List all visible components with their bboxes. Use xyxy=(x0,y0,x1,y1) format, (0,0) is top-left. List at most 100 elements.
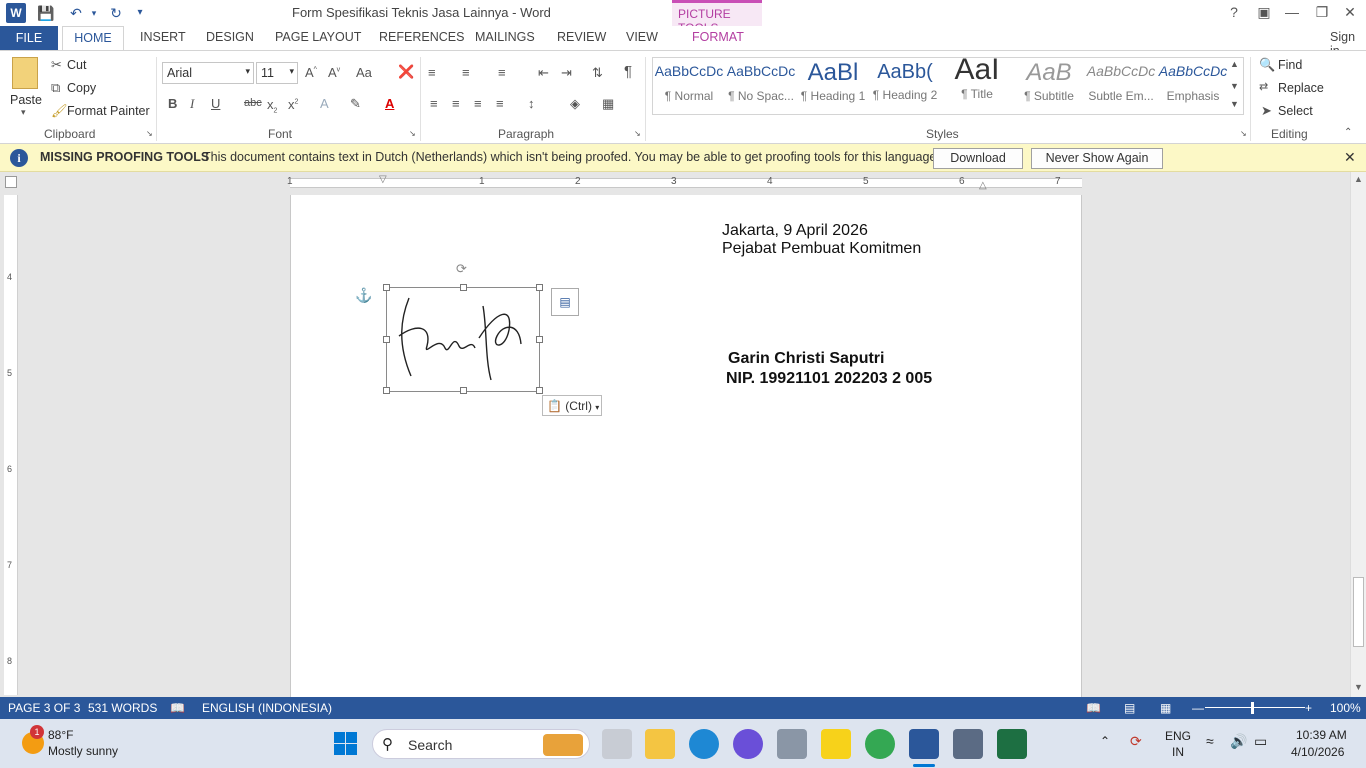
style-subtle-emphasis[interactable]: AaBbCcDc Subtle Em... xyxy=(1086,59,1156,113)
highlight-icon[interactable]: ✎ xyxy=(350,96,361,112)
tab-design[interactable]: DESIGN xyxy=(206,30,254,44)
zoom-out-icon[interactable]: — xyxy=(1192,701,1204,715)
resize-handle[interactable] xyxy=(536,336,543,343)
edge-icon[interactable] xyxy=(689,729,719,759)
save-icon[interactable]: 💾 xyxy=(36,3,56,23)
left-indent-marker[interactable]: ▽ xyxy=(379,174,387,185)
start-icon[interactable] xyxy=(334,732,358,756)
undo-icon[interactable]: ↶ xyxy=(66,3,86,23)
weather-temp[interactable]: 88°F xyxy=(48,728,73,742)
camera-icon[interactable] xyxy=(777,729,807,759)
read-mode-icon[interactable]: 📖 xyxy=(1086,701,1101,715)
style-emphasis[interactable]: AaBbCcDc Emphasis xyxy=(1158,59,1228,113)
select-icon[interactable]: ➤ xyxy=(1261,103,1272,119)
align-center-icon[interactable]: ≡ xyxy=(452,96,460,111)
show-hidden-icons-icon[interactable]: ⌃ xyxy=(1100,734,1110,748)
language-top[interactable]: ENG xyxy=(1165,729,1191,743)
underline-icon[interactable]: U xyxy=(211,96,220,111)
redo-icon[interactable]: ↻ xyxy=(106,3,126,23)
styles-scroll-up-icon[interactable]: ▲ xyxy=(1230,59,1239,69)
vertical-scrollbar[interactable]: ▲ ▼ xyxy=(1350,172,1366,697)
bullets-icon[interactable]: ≡ xyxy=(428,65,436,80)
right-indent-marker[interactable]: △ xyxy=(979,180,987,191)
word-count[interactable]: 531 WORDS xyxy=(88,701,157,715)
weather-desc[interactable]: Mostly sunny xyxy=(48,744,118,758)
align-left-icon[interactable]: ≡ xyxy=(430,96,438,111)
resize-handle[interactable] xyxy=(383,336,390,343)
tab-view[interactable]: VIEW xyxy=(626,30,658,44)
numbering-icon[interactable]: ≡ xyxy=(462,65,470,80)
word-taskbar-icon[interactable] xyxy=(909,729,939,759)
sort-icon[interactable]: ⇅ xyxy=(592,65,603,81)
clock-date[interactable]: 4/10/2026 xyxy=(1291,745,1344,759)
clear-formatting-icon[interactable]: ❌ xyxy=(398,64,414,80)
role-line[interactable]: Pejabat Pembuat Komitmen xyxy=(722,240,921,258)
tab-mailings[interactable]: MAILINGS xyxy=(475,30,535,44)
minimize-icon[interactable]: — xyxy=(1278,2,1306,22)
grow-font-icon[interactable]: A^ xyxy=(305,65,317,80)
paste-options-button[interactable]: 📋 (Ctrl) ▾ xyxy=(542,395,602,416)
file-explorer-icon[interactable] xyxy=(645,729,675,759)
download-button[interactable]: Download xyxy=(933,148,1023,169)
show-formatting-icon[interactable]: ¶ xyxy=(624,63,632,80)
select-button[interactable]: Select xyxy=(1278,104,1313,118)
rotate-handle-icon[interactable]: ⟳ xyxy=(456,261,467,277)
shading-icon[interactable]: ◈ xyxy=(570,96,580,112)
page-count[interactable]: PAGE 3 OF 3 xyxy=(8,701,80,715)
tab-insert[interactable]: INSERT xyxy=(140,30,186,44)
text-effects-icon[interactable]: A xyxy=(320,96,329,111)
replace-icon[interactable]: ⇄ xyxy=(1259,80,1268,93)
volume-icon[interactable]: 🔊 xyxy=(1230,733,1247,750)
format-painter-button[interactable]: Format Painter xyxy=(67,104,150,118)
font-name-combo[interactable]: Arial ▾ xyxy=(162,62,254,84)
close-icon[interactable]: ✕ xyxy=(1336,2,1364,22)
find-button[interactable]: Find xyxy=(1278,58,1302,72)
increase-indent-icon[interactable]: ⇥ xyxy=(561,65,572,81)
paste-icon[interactable] xyxy=(12,57,38,89)
cut-button[interactable]: Cut xyxy=(67,58,86,72)
close-icon[interactable]: ✕ xyxy=(1344,149,1356,166)
zoom-track[interactable] xyxy=(1205,707,1305,708)
scroll-thumb[interactable] xyxy=(1353,577,1364,647)
styles-more-icon[interactable]: ▼ xyxy=(1230,99,1239,109)
scroll-down-icon[interactable]: ▼ xyxy=(1354,682,1363,692)
tab-format[interactable]: FORMAT xyxy=(692,30,744,44)
restore-icon[interactable]: ❐ xyxy=(1308,2,1336,22)
collapse-ribbon-icon[interactable]: ⌃ xyxy=(1344,127,1352,138)
style-heading-2[interactable]: AaBb(¶ Heading 2 xyxy=(870,59,940,113)
word-app-icon[interactable]: W xyxy=(6,3,26,23)
customize-qat-icon[interactable]: ▾ xyxy=(130,3,150,23)
clock-time[interactable]: 10:39 AM xyxy=(1296,728,1347,742)
superscript-icon[interactable]: x2 xyxy=(288,97,298,112)
tab-references[interactable]: REFERENCES xyxy=(379,30,464,44)
align-right-icon[interactable]: ≡ xyxy=(474,96,482,111)
zoom-slider-thumb[interactable] xyxy=(1251,702,1254,714)
tab-page-layout[interactable]: PAGE LAYOUT xyxy=(275,30,361,44)
wifi-icon[interactable]: ≈ xyxy=(1206,733,1214,749)
layout-options-icon[interactable]: ▤ xyxy=(551,288,579,316)
style-subtitle[interactable]: AaB ¶ Subtitle xyxy=(1014,59,1084,113)
bold-icon[interactable]: B xyxy=(168,96,177,111)
sync-icon[interactable]: ⟳ xyxy=(1130,733,1142,750)
tab-selector[interactable] xyxy=(5,176,17,188)
web-layout-icon[interactable]: ▦ xyxy=(1160,701,1171,715)
find-icon[interactable]: 🔍 xyxy=(1259,57,1275,73)
zoom-level[interactable]: 100% xyxy=(1330,701,1361,715)
tab-review[interactable]: REVIEW xyxy=(557,30,606,44)
cut-icon[interactable]: ✂ xyxy=(51,57,62,73)
resize-handle[interactable] xyxy=(536,387,543,394)
scroll-up-icon[interactable]: ▲ xyxy=(1354,174,1363,184)
subscript-icon[interactable]: x2 xyxy=(267,97,277,115)
styles-scroll-down-icon[interactable]: ▼ xyxy=(1230,81,1239,91)
battery-icon[interactable]: ▭ xyxy=(1254,733,1267,750)
resize-handle[interactable] xyxy=(536,284,543,291)
justify-icon[interactable]: ≡ xyxy=(496,96,504,111)
signer-name[interactable]: Garin Christi Saputri xyxy=(728,350,884,368)
excel-taskbar-icon[interactable] xyxy=(997,729,1027,759)
chrome-icon[interactable] xyxy=(865,729,895,759)
date-line[interactable]: Jakarta, 9 April 2026 xyxy=(722,222,868,240)
anchor-icon[interactable]: ⚓ xyxy=(355,287,372,304)
decrease-indent-icon[interactable]: ⇤ xyxy=(538,65,549,81)
font-size-combo[interactable]: 11 ▾ xyxy=(256,62,298,84)
resize-handle[interactable] xyxy=(383,387,390,394)
